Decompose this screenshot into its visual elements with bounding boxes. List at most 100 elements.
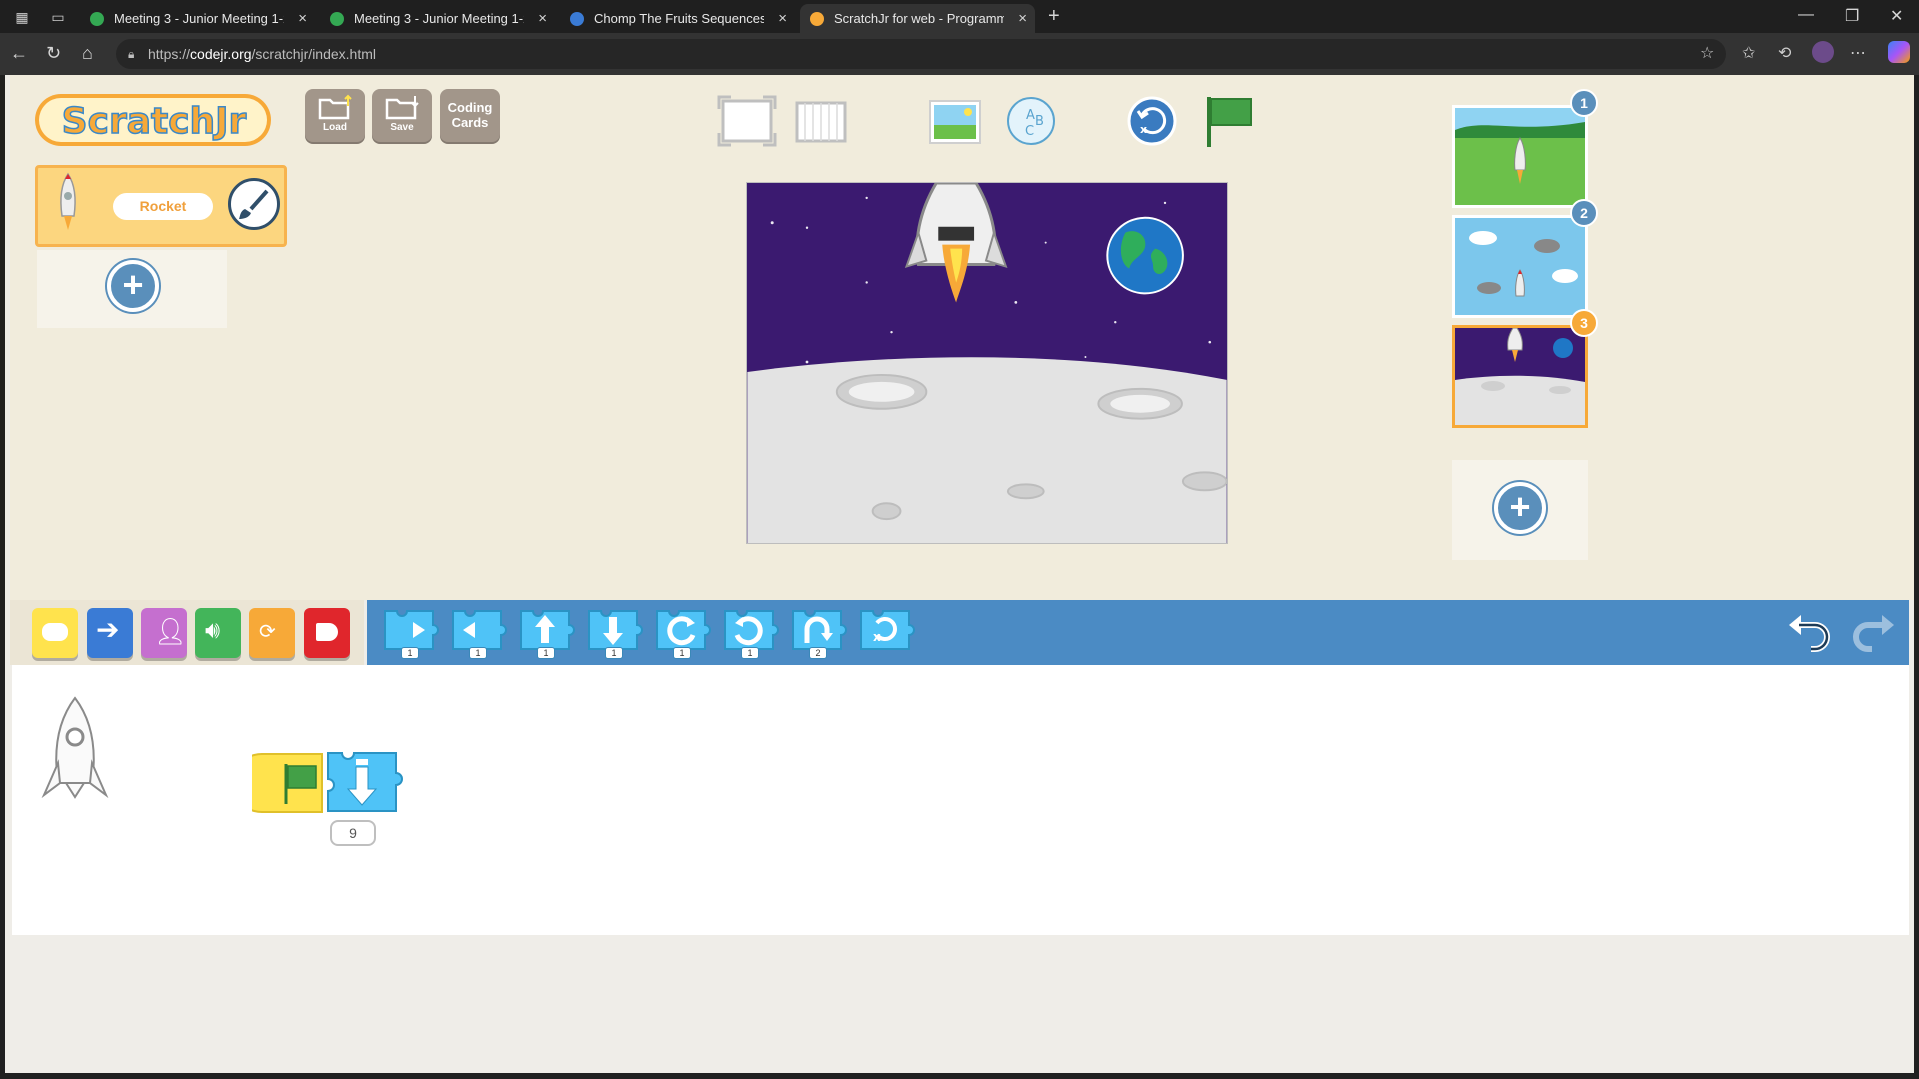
scripts-area[interactable] (12, 665, 1909, 935)
speaker-icon: 🔊︎ (205, 617, 221, 644)
category-end[interactable] (304, 608, 350, 658)
add-sprite-area: + (37, 250, 227, 328)
workspaces-icon[interactable]: ▦ (12, 7, 32, 27)
sprite-card-rocket[interactable]: Rocket (35, 165, 287, 247)
coding-cards-label-line2: Cards (451, 115, 489, 130)
rocket-thumbnail-icon (60, 172, 76, 230)
fullscreen-icon[interactable] (717, 95, 777, 147)
copilot-icon[interactable] (1888, 41, 1910, 63)
redo-icon[interactable] (1850, 609, 1898, 657)
refresh-icon[interactable]: ↻ (46, 43, 61, 63)
grid-icon[interactable] (795, 101, 847, 143)
back-icon[interactable]: ← (10, 43, 28, 63)
person-icon: 👤︎ (154, 616, 188, 646)
history-icon[interactable]: ⟲ (1778, 43, 1791, 63)
category-sound[interactable]: 🔊︎ (195, 608, 241, 658)
turn-right-icon (656, 610, 711, 650)
svg-text:C: C (1025, 124, 1034, 139)
block-move-right[interactable]: 1 (381, 605, 439, 659)
url-path: /scratchjr/index.html (251, 46, 376, 62)
browser-tab-bar: ▦ ▭ Meeting 3 - Junior Meeting 1-24 × Me… (0, 0, 1919, 33)
block-categories: ➔ 👤︎ 🔊︎ ⟳ (10, 600, 364, 665)
tab-favicon-icon (90, 12, 104, 26)
block-move-left[interactable]: 1 (449, 605, 507, 659)
sprite-name-label[interactable]: Rocket (113, 193, 213, 220)
page-footer-area (5, 935, 1914, 1073)
home-icon[interactable]: ⌂ (82, 43, 93, 63)
arrow-right-icon: ➔ (96, 614, 120, 645)
profile-avatar[interactable] (1812, 41, 1834, 63)
undo-icon[interactable] (1785, 609, 1833, 657)
green-flag-run-icon[interactable] (1201, 93, 1257, 149)
block-hop[interactable]: 2 (789, 605, 847, 659)
trigger-shape-icon (42, 623, 68, 641)
vertical-tabs-icon[interactable]: ▭ (48, 7, 68, 27)
moon-surface (747, 357, 1227, 543)
browser-tab-3[interactable]: Chomp The Fruits Sequences | Ea × (560, 4, 795, 33)
move-down-icon (588, 610, 643, 650)
folder-save-icon (385, 96, 419, 120)
page-thumbnail-3-selected[interactable] (1452, 325, 1588, 428)
new-tab-icon[interactable]: + (1048, 6, 1060, 26)
block-turn-right[interactable]: 1 (653, 605, 711, 659)
save-button[interactable]: Save (372, 89, 432, 142)
move-left-icon (452, 610, 507, 650)
category-motion[interactable]: ➔ (87, 608, 133, 658)
move-up-icon (520, 610, 575, 650)
pages-panel: 1 2 3 + (1452, 89, 1598, 560)
background-picker-icon[interactable] (928, 99, 982, 145)
block-move-down[interactable]: 1 (585, 605, 643, 659)
browser-tab-1[interactable]: Meeting 3 - Junior Meeting 1-24 × (80, 4, 315, 33)
url-field[interactable]: 🔒︎ https://codejr.org/scratchjr/index.ht… (116, 39, 1726, 69)
tab-favicon-icon (330, 12, 344, 26)
minimize-icon[interactable]: — (1798, 6, 1814, 24)
paint-editor-button[interactable] (228, 178, 280, 230)
browser-tab-2[interactable]: Meeting 3 - Junior Meeting 1-24 × (320, 4, 555, 33)
tab-close-icon[interactable]: × (298, 4, 307, 33)
favorites-icon[interactable]: ✩ (1742, 43, 1755, 63)
more-menu-icon[interactable]: ⋯ (1850, 43, 1866, 63)
block-count: 2 (809, 647, 827, 659)
folder-load-icon (318, 94, 352, 120)
browser-tab-4-active[interactable]: ScratchJr for web - Programming × (800, 4, 1035, 33)
blue-sky-scene (1455, 218, 1585, 315)
svg-text:B: B (1035, 114, 1044, 129)
rocket-outline-icon (41, 696, 109, 799)
url-domain: codejr.org (190, 46, 252, 62)
load-label: Load (323, 122, 347, 133)
page-thumbnail-1[interactable] (1452, 105, 1588, 208)
block-go-home[interactable]: x (857, 605, 915, 657)
coding-cards-button[interactable]: Coding Cards (440, 89, 500, 142)
page-thumbnail-2[interactable] (1452, 215, 1588, 318)
svg-text:A: A (1026, 108, 1035, 123)
move-down-count-field[interactable]: 9 (330, 820, 376, 846)
text-tool-icon[interactable]: A B C (1005, 95, 1057, 147)
close-window-icon[interactable]: ✕ (1890, 6, 1903, 26)
block-move-up[interactable]: 1 (517, 605, 575, 659)
restore-icon[interactable]: ❐ (1845, 6, 1859, 26)
category-triggering[interactable] (32, 608, 78, 658)
block-turn-left[interactable]: 1 (721, 605, 779, 659)
script-green-flag-trigger[interactable] (252, 750, 332, 816)
tab-close-icon[interactable]: × (538, 4, 547, 33)
add-page-button[interactable]: + (1494, 482, 1546, 534)
category-control[interactable]: ⟳ (249, 608, 295, 658)
tab-close-icon[interactable]: × (778, 4, 787, 33)
reset-characters-icon[interactable]: x (1126, 95, 1178, 147)
favorite-star-icon[interactable]: ☆ (1700, 43, 1714, 63)
add-sprite-button[interactable]: + (107, 260, 159, 312)
blocks-palette: 1 1 1 1 1 1 2 x (367, 600, 1909, 665)
stage-canvas[interactable] (746, 182, 1228, 544)
block-count: 1 (605, 647, 623, 659)
scratchjr-app: ScratchJr Load Save Coding Cards A B C x (5, 75, 1914, 1073)
page-number-badge-selected: 3 (1570, 309, 1598, 337)
block-count: 1 (469, 647, 487, 659)
page-number-badge: 1 (1570, 89, 1598, 117)
url-prefix: https:// (148, 46, 191, 62)
category-looks[interactable]: 👤︎ (141, 608, 187, 658)
tab-close-icon[interactable]: × (1018, 4, 1027, 33)
script-move-down-block[interactable] (324, 747, 406, 819)
tab-favicon-icon (810, 12, 824, 26)
page-number-badge: 2 (1570, 199, 1598, 227)
load-button[interactable]: Load (305, 89, 365, 142)
